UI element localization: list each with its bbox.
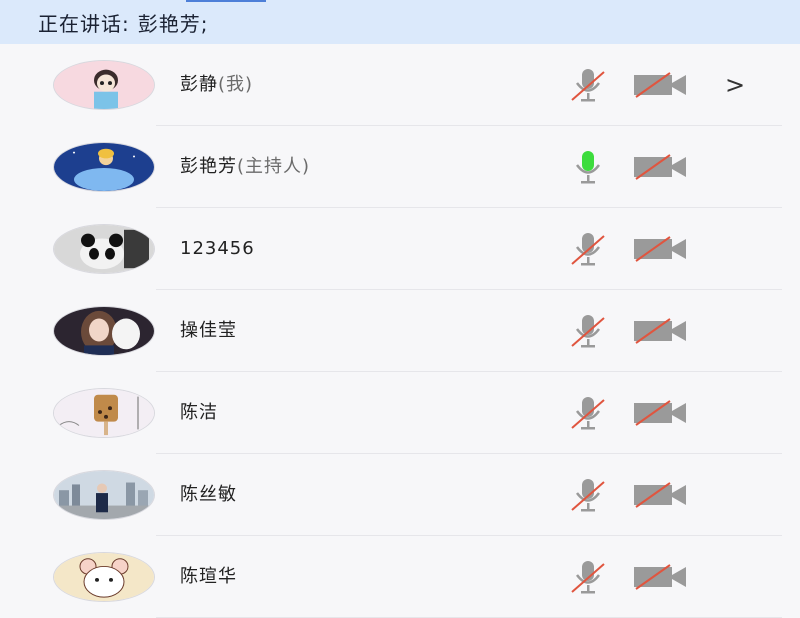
mic-active-icon[interactable]: [568, 148, 608, 186]
mic-muted-icon[interactable]: [568, 312, 608, 350]
participant-row[interactable]: 彭艳芳(主持人): [0, 126, 800, 208]
participant-name: 陈丝敏: [180, 484, 237, 505]
camera-off-icon[interactable]: [632, 480, 690, 510]
camera-off-icon[interactable]: [632, 70, 690, 100]
panda-avatar: [53, 224, 155, 274]
participant-name: 彭艳芳(主持人): [180, 156, 311, 177]
camera-off-icon[interactable]: [632, 398, 690, 428]
participant-row[interactable]: 陈瑄华: [0, 536, 800, 618]
participant-list: 彭静(我) > 彭艳芳(主持人) 123456 操佳莹 陈洁 陈丝敏 陈瑄华: [0, 44, 800, 618]
participant-name: 陈洁: [180, 402, 218, 423]
cartoon-mouse-avatar: [53, 552, 155, 602]
cinderella-avatar: [53, 142, 155, 192]
speaking-names: 彭艳芳;: [137, 11, 209, 36]
ice-cream-avatar: [53, 388, 155, 438]
more-chevron-icon[interactable]: >: [722, 66, 748, 104]
participant-row[interactable]: 123456: [0, 208, 800, 290]
camera-off-icon[interactable]: [632, 152, 690, 182]
participant-row[interactable]: 陈洁: [0, 372, 800, 454]
mic-muted-icon[interactable]: [568, 476, 608, 514]
camera-off-icon[interactable]: [632, 234, 690, 264]
camera-off-icon[interactable]: [632, 562, 690, 592]
participant-name: 操佳莹: [180, 320, 237, 341]
cartoon-girl-avatar: [53, 60, 155, 110]
mic-muted-icon[interactable]: [568, 558, 608, 596]
participant-row[interactable]: 彭静(我) >: [0, 44, 800, 126]
mic-muted-icon[interactable]: [568, 230, 608, 268]
participant-name: 陈瑄华: [180, 566, 237, 587]
participant-row[interactable]: 操佳莹: [0, 290, 800, 372]
mic-muted-icon[interactable]: [568, 66, 608, 104]
speaking-label: 正在讲话:: [38, 11, 130, 36]
city-photo-avatar: [53, 470, 155, 520]
participant-name: 123456: [180, 238, 255, 259]
mic-muted-icon[interactable]: [568, 394, 608, 432]
girl-photo-avatar: [53, 306, 155, 356]
participant-row[interactable]: 陈丝敏: [0, 454, 800, 536]
speaking-status-bar: 正在讲话: 彭艳芳;: [0, 0, 800, 44]
top-accent-line: [186, 0, 266, 2]
camera-off-icon[interactable]: [632, 316, 690, 346]
participant-name: 彭静(我): [180, 74, 254, 95]
